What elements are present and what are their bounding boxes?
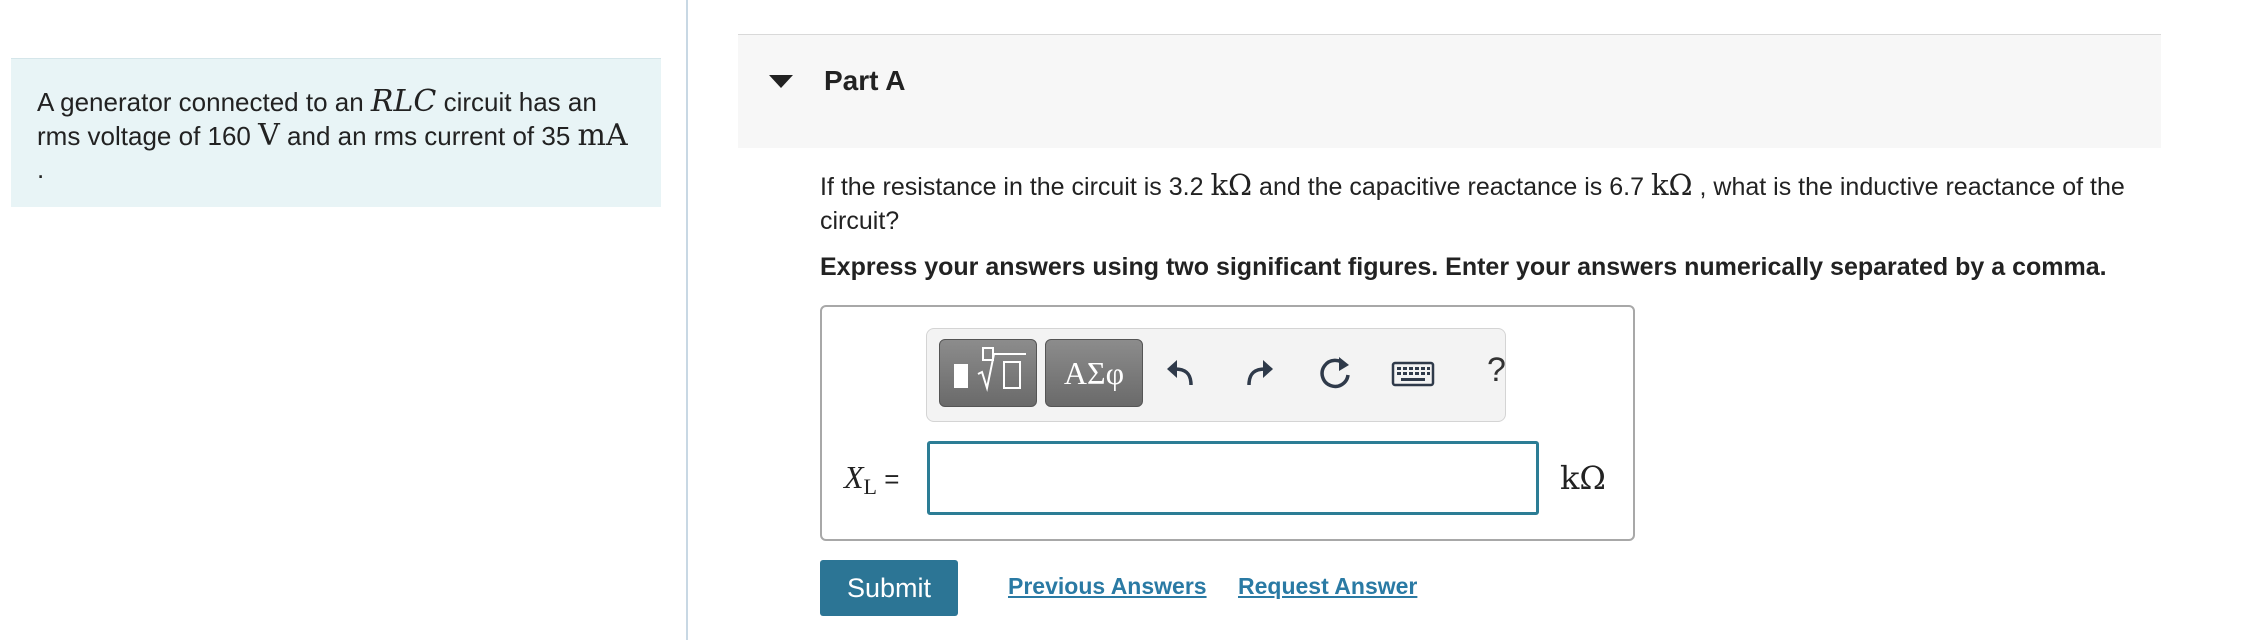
help-icon[interactable]: ? — [1487, 351, 1506, 390]
answer-box: ΑΣφ ? XL = kΩ — [820, 305, 1635, 541]
answer-unit: kΩ — [1560, 459, 1606, 497]
request-answer-link[interactable]: Request Answer — [1238, 573, 1417, 600]
answer-label: XL = — [844, 459, 899, 500]
keyboard-icon[interactable] — [1389, 353, 1437, 393]
answer-label-main: X — [844, 459, 864, 495]
undo-icon[interactable] — [1163, 353, 1203, 393]
part-title: Part A — [824, 65, 906, 96]
problem-intro: A generator connected to an RLC circuit … — [11, 58, 661, 207]
intro-current-unit: mA — [577, 118, 628, 153]
column-divider — [686, 0, 688, 640]
capacitive-unit: kΩ — [1650, 168, 1693, 202]
previous-answers-link[interactable]: Previous Answers — [1008, 573, 1207, 600]
answer-label-sub: L — [863, 474, 877, 499]
collapse-caret-icon[interactable] — [769, 75, 793, 88]
submit-button[interactable]: Submit — [820, 560, 958, 616]
intro-text-3: and an rms current of 35 — [279, 121, 578, 151]
reset-icon[interactable] — [1315, 353, 1355, 393]
intro-circuit-type: RLC — [370, 84, 437, 119]
math-toolbar: ΑΣφ ? — [926, 328, 1506, 422]
question-text-1: If the resistance in the circuit is 3.2 — [820, 173, 1211, 201]
answer-label-eq: = — [877, 464, 900, 494]
intro-voltage-unit: V — [258, 118, 280, 153]
templates-button[interactable] — [939, 339, 1037, 407]
templates-icon — [954, 347, 1026, 392]
resistance-unit: kΩ — [1210, 168, 1253, 202]
answer-input[interactable] — [927, 441, 1539, 515]
question-text-2: and the capacitive reactance is 6.7 — [1252, 173, 1651, 201]
part-header[interactable]: Part A — [738, 34, 2161, 148]
intro-text-1: A generator connected to an — [37, 87, 371, 117]
symbols-button[interactable]: ΑΣφ — [1045, 339, 1143, 407]
intro-text-4: . — [37, 154, 45, 184]
question-text: If the resistance in the circuit is 3.2 … — [820, 168, 2160, 238]
redo-icon[interactable] — [1237, 353, 1277, 393]
instruction-text: Express your answers using two significa… — [820, 253, 2107, 281]
